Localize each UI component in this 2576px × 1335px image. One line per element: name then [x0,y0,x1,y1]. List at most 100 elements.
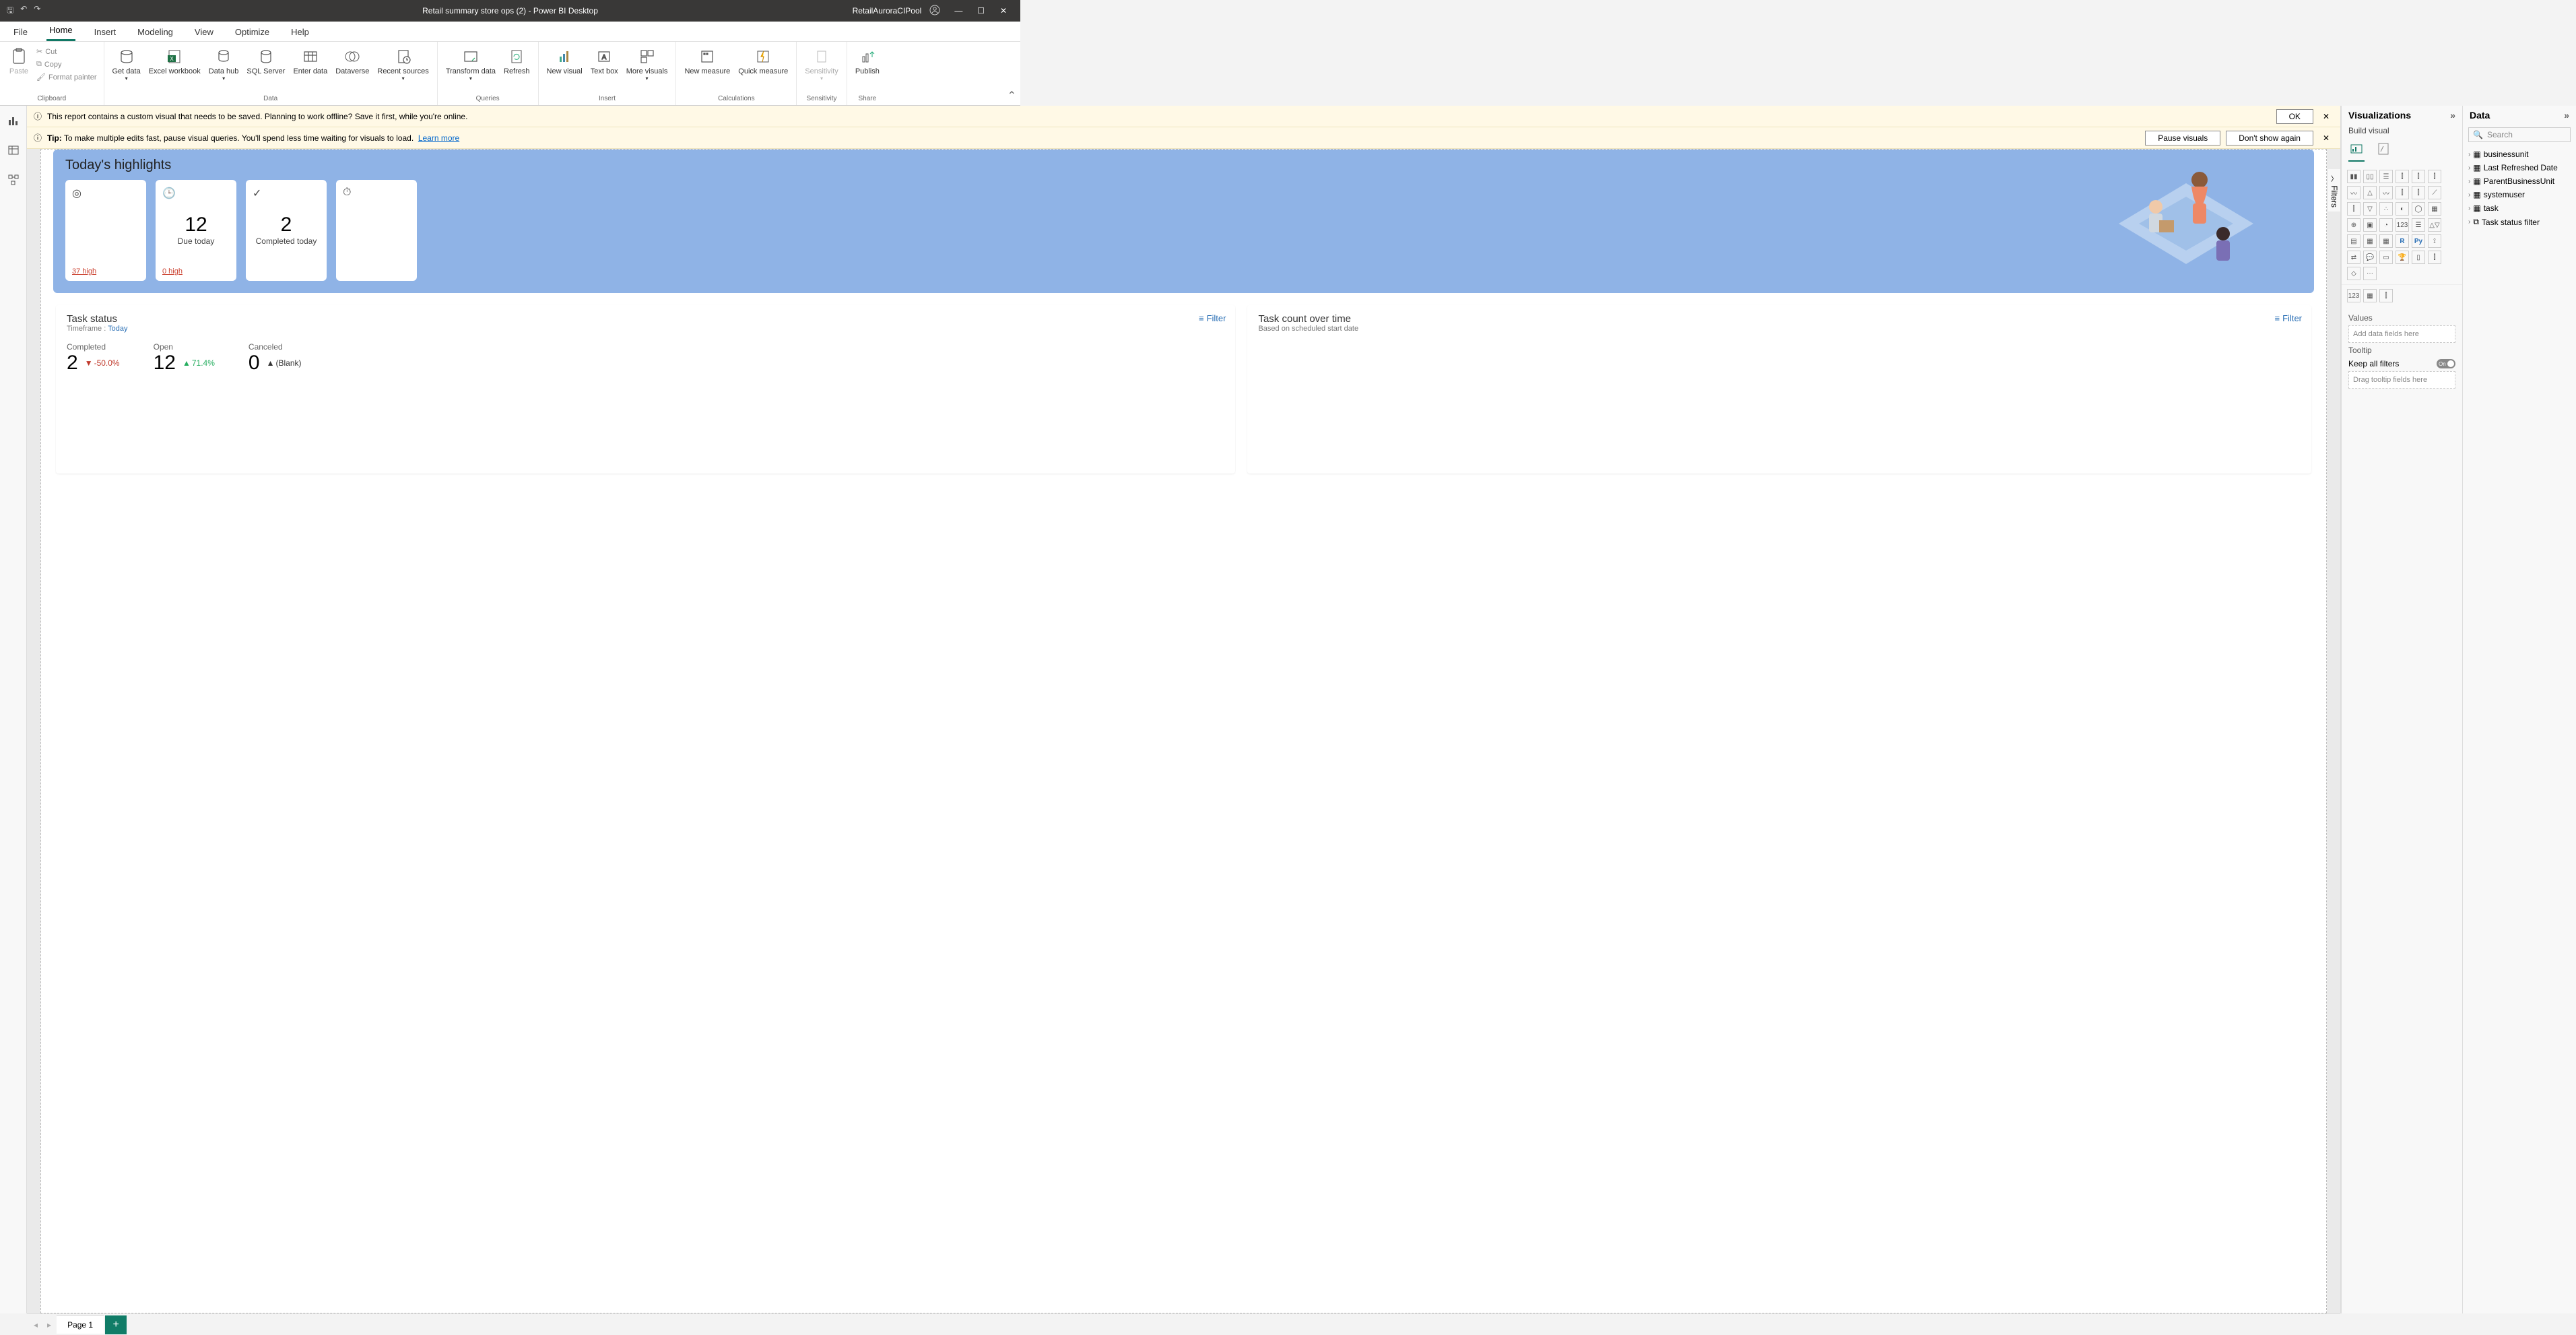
highlight-card[interactable]: ◎ 37 high [65,180,146,281]
sql-server-button[interactable]: SQL Server [244,44,288,77]
viz-type-icon[interactable]: ▦ [2428,202,2441,216]
viz-type-icon[interactable]: ▯ [2412,251,2425,264]
close-button[interactable]: ✕ [993,6,1014,15]
card-footer-link[interactable]: 0 high [162,267,183,275]
viz-type-icon[interactable]: ◇ [2347,267,2360,280]
filter-button[interactable]: ≡Filter [2275,313,2302,323]
dont-show-again-button[interactable]: Don't show again [2226,131,2313,145]
viz-type-icon[interactable]: ▦ [2363,289,2377,302]
build-visual-tab-icon[interactable] [2348,141,2365,162]
collapse-ribbon-icon[interactable]: ⌃ [1008,89,1016,102]
viz-type-icon[interactable]: ☰ [2379,170,2393,183]
viz-type-icon[interactable]: ◯ [2412,202,2425,216]
viz-type-icon[interactable]: △▽ [2428,218,2441,232]
tab-modeling[interactable]: Modeling [135,23,176,41]
viz-type-icon[interactable]: ⫿ [2412,170,2425,183]
search-input[interactable]: 🔍 Search [2468,127,2571,142]
tab-insert[interactable]: Insert [92,23,119,41]
save-icon[interactable]: 🖫 [7,4,13,18]
tab-view[interactable]: View [192,23,216,41]
account-label[interactable]: RetailAuroraCIPool [853,6,922,15]
viz-type-icon[interactable]: ⫿ [2428,251,2441,264]
viz-type-icon[interactable]: ⫿ [2347,202,2360,216]
viz-type-icon[interactable]: ⟟ [2428,234,2441,248]
page-tab[interactable]: Page 1 [57,1315,104,1334]
viz-type-icon[interactable]: △ [2363,186,2377,199]
prev-page-icon[interactable]: ◂ [30,1317,42,1332]
viz-type-icon[interactable]: ◐ [2396,202,2409,216]
task-status-visual[interactable]: Task status Timeframe : Today ≡Filter Co… [56,305,1235,474]
recent-sources-button[interactable]: Recent sources▾ [374,44,431,83]
get-data-button[interactable]: Get data▾ [110,44,143,83]
tab-help[interactable]: Help [288,23,312,41]
viz-type-icon[interactable]: 〰 [2379,186,2393,199]
viz-type-icon[interactable]: ⫿ [2396,186,2409,199]
viz-type-icon[interactable]: ▦ [2363,234,2377,248]
collapse-pane-icon[interactable]: » [2564,110,2569,121]
account-icon[interactable] [929,5,940,18]
enter-data-button[interactable]: Enter data [290,44,330,77]
tab-home[interactable]: Home [46,21,75,41]
undo-icon[interactable]: ↶ [20,4,27,18]
report-view-icon[interactable] [5,112,22,129]
data-hub-button[interactable]: Data hub▾ [206,44,242,83]
viz-type-icon[interactable]: ▭ [2379,251,2393,264]
next-page-icon[interactable]: ▸ [43,1317,55,1332]
highlight-card[interactable]: ✓ 2 Completed today [246,180,327,281]
paste-button[interactable]: Paste [5,44,32,77]
pause-visuals-button[interactable]: Pause visuals [2145,131,2220,145]
data-table-item[interactable]: ›▦ParentBusinessUnit [2467,174,2572,188]
format-painter-button[interactable]: 🖌Format painter [35,71,98,83]
filters-pane-collapsed[interactable]: 〉 Filters [2327,169,2340,211]
viz-type-icon[interactable]: 〰 [2347,186,2360,199]
dataverse-button[interactable]: Dataverse [333,44,372,77]
data-table-item[interactable]: ›▦task [2467,201,2572,215]
data-table-item[interactable]: ›▦businessunit [2467,148,2572,161]
excel-workbook-button[interactable]: XExcel workbook [146,44,203,77]
publish-button[interactable]: Publish [853,44,882,77]
maximize-button[interactable]: ☐ [971,6,991,15]
task-count-over-time-visual[interactable]: Task count over time Based on scheduled … [1247,305,2311,474]
new-measure-button[interactable]: New measure [682,44,733,77]
collapse-pane-icon[interactable]: » [2450,110,2455,121]
viz-type-icon[interactable]: ⫿ [2396,170,2409,183]
viz-type-icon[interactable]: ∴ [2379,202,2393,216]
viz-type-more-icon[interactable]: ⋯ [2363,267,2377,280]
viz-type-icon[interactable]: ⫿ [2379,289,2393,302]
copy-button[interactable]: ⧉Copy [35,59,98,70]
tab-file[interactable]: File [11,23,30,41]
viz-type-icon[interactable]: ▯▯ [2363,170,2377,183]
format-visual-tab-icon[interactable] [2375,141,2391,162]
tooltip-field-well[interactable]: Drag tooltip fields here [2348,371,2455,389]
text-box-button[interactable]: AText box [588,44,621,77]
learn-more-link[interactable]: Learn more [418,133,459,143]
data-table-item[interactable]: ›⧉Task status filter [2467,215,2572,229]
viz-type-icon[interactable]: ◔ [2379,218,2393,232]
values-field-well[interactable]: Add data fields here [2348,325,2455,343]
filter-button[interactable]: ≡Filter [1199,313,1226,323]
viz-type-icon[interactable]: ⫿ [2412,186,2425,199]
viz-type-icon[interactable]: ▤ [2347,234,2360,248]
data-table-item[interactable]: ›▦Last Refreshed Date [2467,161,2572,174]
data-table-item[interactable]: ›▦systemuser [2467,188,2572,201]
banner-close-icon[interactable]: ✕ [2319,112,2334,121]
card-footer-link[interactable]: 37 high [72,267,96,275]
viz-type-icon[interactable]: ⊕ [2347,218,2360,232]
viz-type-icon[interactable]: ▽ [2363,202,2377,216]
new-visual-button[interactable]: New visual [544,44,585,77]
banner-close-icon[interactable]: ✕ [2319,133,2334,143]
data-view-icon[interactable] [5,142,22,158]
viz-type-icon[interactable]: ⟋ [2428,186,2441,199]
minimize-button[interactable]: — [948,6,968,15]
add-page-button[interactable]: + [105,1315,127,1334]
viz-type-icon[interactable]: 123 [2347,289,2360,302]
highlight-card[interactable]: ⏱ [336,180,417,281]
highlight-card[interactable]: 🕒 12 Due today 0 high [156,180,236,281]
timeframe-link[interactable]: Today [108,325,127,333]
model-view-icon[interactable] [5,172,22,188]
tab-optimize[interactable]: Optimize [232,23,272,41]
viz-type-icon[interactable]: ☰ [2412,218,2425,232]
quick-measure-button[interactable]: Quick measure [735,44,791,77]
redo-icon[interactable]: ↷ [34,4,40,18]
more-visuals-button[interactable]: More visuals▾ [624,44,671,83]
